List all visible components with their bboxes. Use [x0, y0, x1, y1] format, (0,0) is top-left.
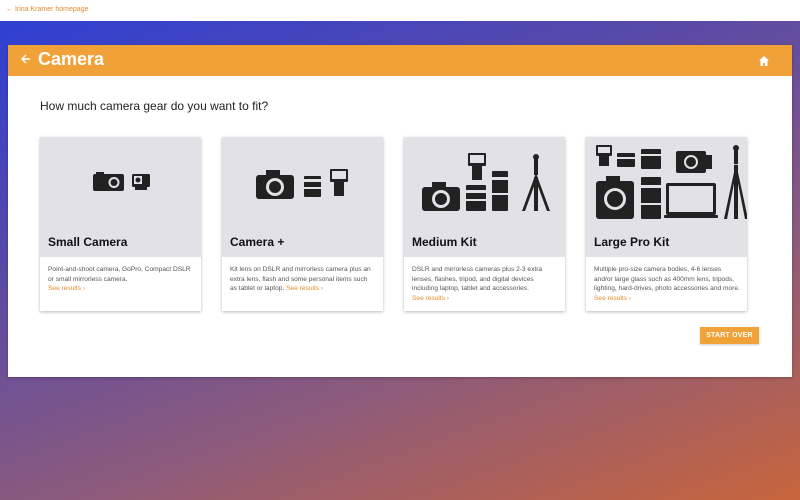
tile-title: Small Camera [48, 235, 128, 249]
see-results-link[interactable]: See results › [48, 285, 85, 292]
tile-title: Large Pro Kit [594, 235, 670, 249]
main-panel: Camera How much camera gear do you want … [8, 45, 792, 377]
tile-medium-kit[interactable]: Medium Kit DSLR and mirrorless cameras p… [404, 137, 565, 311]
see-results-link[interactable]: See results › [594, 295, 631, 302]
tile-description: Kit lens on DSLR and mirrorless camera p… [230, 266, 371, 293]
tile-title: Medium Kit [412, 235, 477, 249]
top-bar: ← Irina Kramer homepage [0, 0, 800, 21]
page-title: Camera [38, 49, 105, 69]
tile-description: Multiple pro-size camera bodies, 4-6 len… [594, 266, 740, 302]
see-results-link[interactable]: See results › [412, 295, 449, 302]
see-results-link[interactable]: See results › [286, 285, 323, 292]
tile-large-pro-kit[interactable]: Large Pro Kit Multiple pro-size camera b… [586, 137, 747, 311]
tile-description: DSLR and mirrorless cameras plus 2-3 ext… [412, 266, 543, 302]
question-heading: How much camera gear do you want to fit? [40, 99, 269, 113]
start-over-button[interactable]: START OVER [700, 327, 759, 344]
arrow-left-icon[interactable] [20, 53, 34, 67]
tile-description: Point-and-shoot camera, GoPro, Compact D… [48, 266, 191, 293]
tile-camera-plus[interactable]: Camera + Kit lens on DSLR and mirrorless… [222, 137, 383, 311]
tile-small-camera[interactable]: Small Camera Point-and-shoot camera, GoP… [40, 137, 201, 311]
tile-title: Camera + [230, 235, 285, 249]
homepage-link[interactable]: ← Irina Kramer homepage [6, 6, 88, 13]
header-bar: Camera [8, 45, 792, 76]
home-icon[interactable] [758, 54, 770, 66]
